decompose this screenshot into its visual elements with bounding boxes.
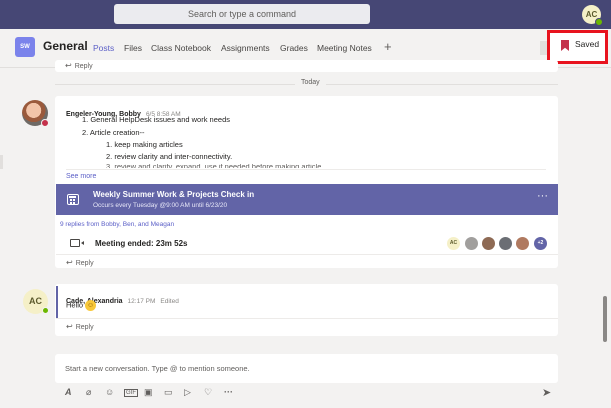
message-text: Hello [66, 300, 84, 310]
attach-icon[interactable]: ⌀ [86, 387, 91, 398]
meeting-ended-label: Meeting ended: 23m 52s [95, 239, 188, 248]
participant-avatar[interactable]: AC [447, 237, 460, 250]
saved-button[interactable]: Saved [547, 30, 608, 64]
replies-summary-link[interactable]: 9 replies from Bobby, Ben, and Meagan [60, 221, 174, 228]
gif-icon[interactable]: GIF [124, 389, 138, 397]
send-icon[interactable]: ➤ [542, 386, 551, 399]
tab-assignments[interactable]: Assignments [221, 43, 270, 53]
meeting-recurrence: Occurs every Tuesday @9:00 AM until 6/23… [93, 202, 228, 209]
reply-button[interactable]: ↩ Reply [66, 258, 94, 267]
more-participants-badge[interactable]: +2 [534, 237, 547, 250]
divider [56, 318, 558, 319]
tab-files[interactable]: Files [124, 43, 142, 53]
reply-button[interactable]: ↩ Reply [66, 322, 94, 331]
presence-available-icon [42, 307, 49, 314]
team-avatar: SW [15, 37, 35, 57]
avatar-initials: AC [29, 296, 42, 306]
divider [66, 169, 546, 170]
title-bar: Search or type a command AC [0, 0, 611, 29]
day-separator: Today [55, 79, 558, 89]
compose-box[interactable]: Start a new conversation. Type @ to ment… [55, 354, 558, 383]
tab-meeting-notes[interactable]: Meeting Notes [317, 43, 372, 53]
see-more-link[interactable]: See more [66, 173, 96, 180]
smile-emoji-icon: ☺ [85, 300, 97, 311]
camera-icon [70, 239, 84, 247]
meeting-banner[interactable]: Weekly Summer Work & Projects Check in O… [56, 184, 558, 215]
participant-avatar[interactable] [499, 237, 512, 250]
divider [56, 254, 558, 255]
participant-avatar[interactable] [482, 237, 495, 250]
tab-posts[interactable]: Posts [93, 43, 114, 53]
channel-name: General [43, 39, 88, 53]
saved-label: Saved [575, 39, 600, 49]
previous-post-card: ↩ Reply [55, 60, 558, 72]
own-message-accent [56, 286, 58, 318]
participant-avatar[interactable] [516, 237, 529, 250]
message-line: 1. General HelpDesk issues and work need… [82, 115, 230, 124]
calendar-icon [67, 194, 79, 205]
presence-available-icon [595, 18, 603, 26]
avatar-alexandria[interactable]: AC [23, 289, 49, 314]
more-icon[interactable]: ··· [537, 190, 548, 202]
plus-icon[interactable]: + [384, 39, 392, 54]
post-timestamp: 12:17 PM [127, 298, 156, 305]
presence-busy-icon [41, 119, 49, 127]
message-line: 1. keep making articles [106, 140, 183, 149]
user-initials: AC [585, 10, 598, 19]
tab-grades[interactable]: Grades [280, 43, 308, 53]
avatar-bobby[interactable] [22, 100, 49, 127]
message-body: Hello ☺ [66, 300, 97, 311]
left-edge [0, 155, 3, 169]
meeting-title: Weekly Summer Work & Projects Check in [93, 190, 255, 199]
scrollbar[interactable] [603, 296, 607, 342]
search-input[interactable]: Search or type a command [114, 4, 370, 24]
user-avatar[interactable]: AC [582, 5, 603, 26]
praise-icon[interactable]: ♡ [204, 387, 212, 398]
more-options-icon[interactable]: ··· [224, 387, 233, 397]
reply-button[interactable]: ↩ Reply [65, 61, 93, 70]
message-line: 2. review clarity and inter-connectivity… [106, 152, 233, 161]
participant-avatar[interactable] [465, 237, 478, 250]
stream-icon[interactable]: ▷ [184, 387, 191, 398]
tab-class-notebook[interactable]: Class Notebook [151, 43, 211, 53]
meet-now-icon[interactable]: ▭ [164, 387, 173, 398]
edited-label: Edited [160, 298, 179, 305]
day-separator-label: Today [295, 79, 326, 86]
sticker-icon[interactable]: ▣ [144, 387, 153, 398]
message-line: 2. Article creation-- [82, 128, 145, 137]
format-icon[interactable]: A [65, 387, 72, 397]
bookmark-icon [561, 40, 569, 51]
message-line-truncated: 3. review and clarify, expand, use if ne… [106, 164, 321, 168]
emoji-icon[interactable]: ☺ [105, 387, 114, 397]
